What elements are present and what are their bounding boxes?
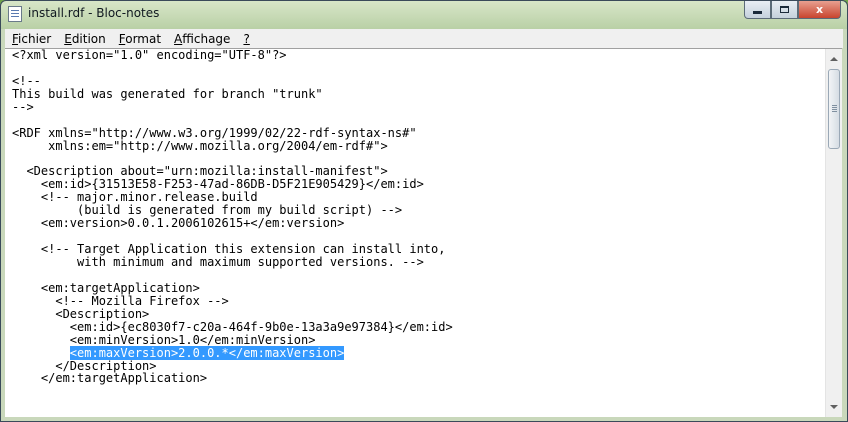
text-line: <em:id>{ec8030f7-c20a-464f-9b0e-13a3a9e9… xyxy=(12,319,453,334)
scroll-grip-icon xyxy=(832,105,837,106)
window-title: install.rdf - Bloc-notes xyxy=(28,6,160,20)
menu-affichage-label: ffichage xyxy=(182,31,231,46)
minimize-icon xyxy=(753,11,762,14)
menu-help[interactable]: ? xyxy=(236,32,255,46)
minimize-button[interactable] xyxy=(744,1,771,19)
notepad-window: install.rdf - Bloc-notes x Fichier Editi… xyxy=(0,0,848,422)
scroll-down-button[interactable] xyxy=(826,399,842,415)
scroll-thumb[interactable] xyxy=(828,69,840,149)
text-line: <em:targetApplication> xyxy=(12,280,200,295)
menu-format[interactable]: Format xyxy=(112,32,167,46)
text-line: xmlns:em="http://www.mozilla.org/2004/em… xyxy=(12,138,388,153)
maximize-icon xyxy=(780,6,789,13)
text-line: <em:maxVersion>2.0.0.*</em:maxVersion> xyxy=(12,345,453,360)
scroll-up-icon xyxy=(830,57,838,61)
selected-line-indent xyxy=(12,346,70,360)
menu-bar: Fichier Edition Format Affichage ? xyxy=(5,29,843,48)
text-editor[interactable]: <?xml version="1.0" encoding="UTF-8"?> <!… xyxy=(5,48,842,417)
menu-format-label: ormat xyxy=(125,31,162,46)
text-line xyxy=(12,269,453,282)
text-line: <Description> xyxy=(12,306,150,321)
menu-affichage[interactable]: Affichage xyxy=(167,32,236,46)
scroll-up-button[interactable] xyxy=(826,51,842,67)
text-line: with minimum and maximum supported versi… xyxy=(12,255,424,269)
text-line: This build was generated for branch "tru… xyxy=(12,86,323,101)
menu-edition-label: dition xyxy=(71,31,106,46)
selected-text: <em:maxVersion>2.0.0.*</em:maxVersion> xyxy=(69,345,345,360)
title-bar[interactable]: install.rdf - Bloc-notes x xyxy=(1,1,847,27)
text-line: <!-- xyxy=(12,73,41,88)
text-content[interactable]: <?xml version="1.0" encoding="UTF-8"?> <!… xyxy=(12,49,453,385)
notepad-app-icon xyxy=(8,6,22,22)
text-line xyxy=(12,114,453,127)
close-icon: x xyxy=(815,3,824,16)
text-line: <em:version>0.0.1.2006102615+</em:versio… xyxy=(12,216,345,231)
scroll-down-icon xyxy=(830,405,838,409)
text-line xyxy=(12,62,453,75)
menu-fichier-label: ichier xyxy=(18,31,52,46)
window-controls: x xyxy=(744,1,841,20)
text-line: <?xml version="1.0" encoding="UTF-8"?> xyxy=(12,48,287,62)
text-line: <em:minVersion>1.0</em:minVersion> xyxy=(12,332,316,347)
vertical-scrollbar[interactable] xyxy=(825,49,842,417)
text-line: <RDF xmlns="http://www.w3.org/1999/02/22… xyxy=(12,125,417,140)
menu-edition-accel: E xyxy=(64,31,72,46)
text-line: </em:targetApplication> xyxy=(12,371,208,386)
menu-fichier[interactable]: Fichier xyxy=(5,32,57,46)
text-line: --> xyxy=(12,99,34,114)
menu-edition[interactable]: Edition xyxy=(57,32,112,46)
menu-help-accel: ? xyxy=(243,31,250,46)
text-line: <!-- Mozilla Firefox --> xyxy=(12,293,229,308)
maximize-button[interactable] xyxy=(771,1,798,19)
close-button[interactable]: x xyxy=(798,1,841,19)
